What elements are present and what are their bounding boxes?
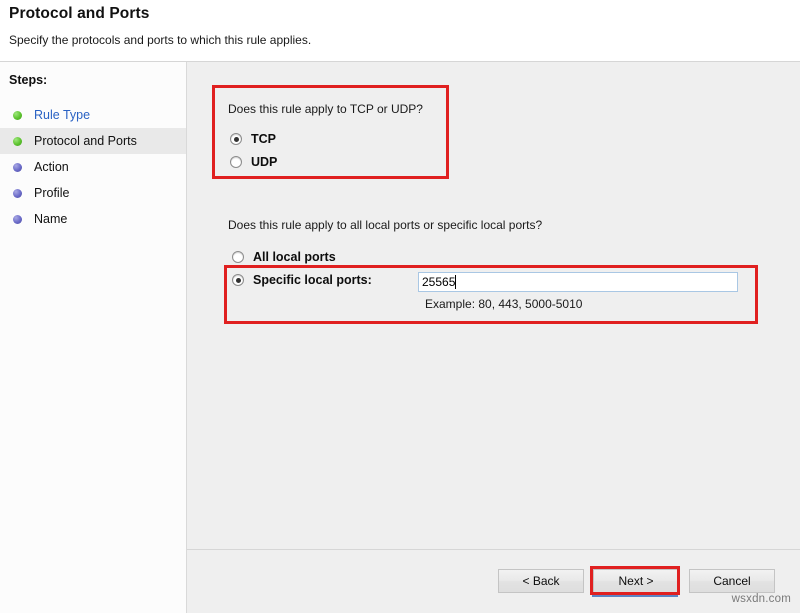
- step-bullet-icon: [13, 162, 22, 172]
- sidebar-item-label: Rule Type: [34, 108, 91, 122]
- steps-sidebar: Steps: Rule Type Protocol and Ports Acti…: [0, 62, 187, 613]
- next-button[interactable]: Next >: [593, 569, 679, 593]
- radio-specific-local-ports-label: Specific local ports:: [253, 273, 372, 287]
- specific-local-ports-input[interactable]: [418, 272, 738, 292]
- wizard-content: Does this rule apply to TCP or UDP? TCP …: [187, 62, 800, 613]
- radio-all-local-ports-icon[interactable]: [232, 251, 244, 263]
- sidebar-item-label: Profile: [34, 186, 70, 200]
- step-bullet-icon: [13, 110, 22, 120]
- sidebar-item-label: Protocol and Ports: [34, 134, 137, 148]
- step-bullet-icon: [13, 136, 22, 146]
- protocol-question-label: Does this rule apply to TCP or UDP?: [228, 102, 423, 116]
- radio-option-udp[interactable]: UDP: [230, 155, 277, 169]
- page-title: Protocol and Ports: [9, 5, 150, 22]
- radio-specific-local-ports-icon[interactable]: [232, 274, 244, 286]
- radio-option-tcp[interactable]: TCP: [230, 132, 276, 146]
- radio-udp-label: UDP: [251, 155, 278, 169]
- text-cursor: [455, 275, 456, 289]
- sidebar-item-label: Action: [34, 160, 69, 174]
- sidebar-item-label: Name: [34, 212, 68, 226]
- wizard-header: Protocol and Ports Specify the protocols…: [0, 0, 800, 62]
- page-subtitle: Specify the protocols and ports to which…: [9, 33, 312, 47]
- radio-tcp-icon[interactable]: [230, 133, 242, 145]
- radio-udp-icon[interactable]: [230, 156, 242, 168]
- back-button[interactable]: < Back: [498, 569, 584, 593]
- step-bullet-icon: [13, 188, 22, 198]
- ports-example-hint: Example: 80, 443, 5000-5010: [425, 297, 583, 311]
- radio-tcp-label: TCP: [251, 132, 276, 146]
- radio-option-all-local-ports[interactable]: All local ports: [232, 250, 336, 264]
- sidebar-item-protocol-and-ports[interactable]: Protocol and Ports: [0, 128, 186, 154]
- sidebar-item-name[interactable]: Name: [0, 206, 186, 232]
- watermark: wsxdn.com: [731, 593, 791, 605]
- radio-option-specific-local-ports[interactable]: Specific local ports:: [232, 273, 372, 287]
- next-button-focus-indicator: [592, 595, 678, 597]
- sidebar-item-action[interactable]: Action: [0, 154, 186, 180]
- steps-heading: Steps:: [9, 73, 48, 87]
- step-bullet-icon: [13, 214, 22, 224]
- sidebar-item-profile[interactable]: Profile: [0, 180, 186, 206]
- ports-question-label: Does this rule apply to all local ports …: [228, 218, 543, 232]
- radio-all-local-ports-label: All local ports: [253, 250, 336, 264]
- sidebar-item-rule-type[interactable]: Rule Type: [0, 102, 186, 128]
- cancel-button[interactable]: Cancel: [689, 569, 775, 593]
